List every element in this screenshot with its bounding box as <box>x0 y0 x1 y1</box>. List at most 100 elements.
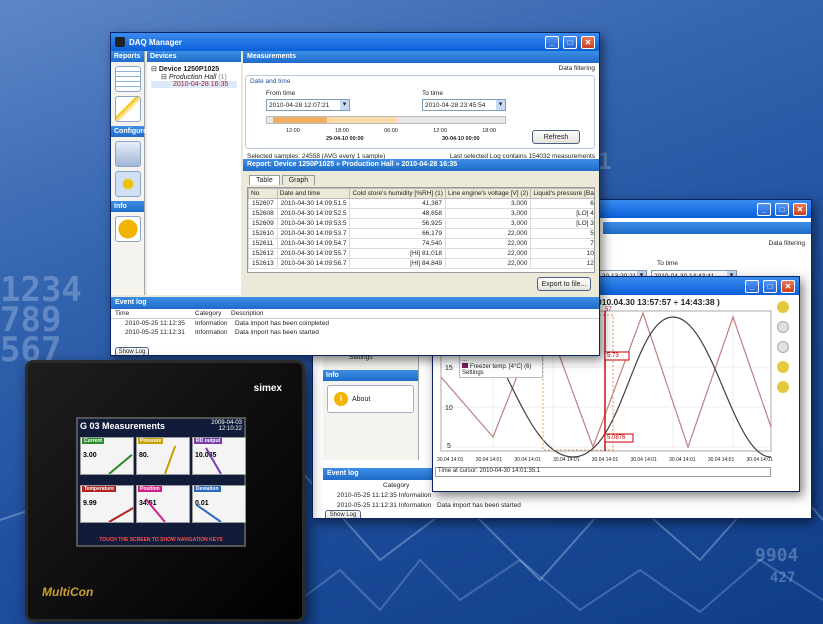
y-tick: 15 <box>445 365 453 372</box>
about-label: About <box>352 395 371 403</box>
timeline-date: 29-04-10 00:00 <box>326 136 364 142</box>
zoom-in-icon[interactable] <box>777 301 789 313</box>
background-number: 9904 <box>755 545 799 566</box>
column-header[interactable]: No <box>248 188 278 199</box>
report-header: Report: Device 1250P1025 » Production Ha… <box>243 159 599 171</box>
device-screen: G 03 Measurements 2009-04-03 12:10:22 Cur… <box>76 417 246 547</box>
minimize-button[interactable]: _ <box>745 279 759 293</box>
measurements-header: Measurements <box>243 51 599 63</box>
maximize-button[interactable]: □ <box>763 279 777 293</box>
back-data-filtering[interactable]: Data filtering <box>769 240 806 247</box>
devices-header: Devices <box>147 51 241 62</box>
table-row[interactable]: 152610 2010-04-30 14:09:53.7 66,179 22,000 5… <box>248 228 594 239</box>
graph-title: 010.04.30 13:57:57 ÷ 14:43:38 ) <box>597 297 720 307</box>
show-log-button[interactable]: Show Log <box>115 347 149 355</box>
configure-header: Configure <box>111 126 147 137</box>
multicon-device: simex G 03 Measurements 2009-04-03 12:10:… <box>25 360 305 622</box>
to-label: To time <box>422 90 443 97</box>
gauge-current: Current 3.00 <box>80 437 134 475</box>
event-log-columns: Time Category Description <box>111 309 599 319</box>
table-row[interactable]: 152609 2010-04-30 14:09:53.5 56,925 3,000 [L… <box>248 218 594 229</box>
legend-item[interactable]: Freezer temp. [4°C] (6) <box>462 363 540 370</box>
main-window-titlebar: DAQ Manager _ □ ✕ <box>111 33 599 51</box>
table-row[interactable]: 152612 2010-04-30 14:09:55.7 [HI] 81,018 22… <box>248 248 594 259</box>
table-row[interactable]: 1526072010-04-30 14:09:51.541,3673,0006,… <box>248 198 594 209</box>
background-number: 427 <box>770 570 796 586</box>
about-button[interactable]: i About <box>327 385 414 413</box>
column-header[interactable]: Date and time <box>276 188 351 199</box>
back-show-log-button[interactable]: Show Log <box>325 510 361 518</box>
from-select[interactable]: 2010-04-28 12:07:21 <box>266 99 350 111</box>
reset-icon[interactable] <box>777 381 789 393</box>
to-select[interactable]: 2010-04-28 23:45:54 <box>422 99 506 111</box>
event-log-row[interactable]: 2010-05-25 11:12:31 Information Data imp… <box>111 328 599 337</box>
back-event-category-header: Category <box>383 482 410 489</box>
back-event-log-header: Event log <box>323 468 443 480</box>
devices-tree: ⊟ Device 1250P1025 ⊟ Production Hall (1)… <box>147 62 241 91</box>
back-to-label: To time <box>657 260 678 267</box>
info-section-header: Info <box>323 370 418 381</box>
column-header[interactable]: Cold store's humidity [%RH] (1) <box>349 188 446 199</box>
close-button[interactable]: ✕ <box>581 35 595 49</box>
collapse-icon[interactable]: ⊟ <box>161 74 167 81</box>
table-row[interactable]: 152613 2010-04-30 14:09:56.7 [HI] 84,849 22… <box>248 258 594 269</box>
brand-logo: simex <box>253 383 282 394</box>
back-window-section-header <box>603 222 811 234</box>
chart-report-icon[interactable] <box>114 96 141 122</box>
tab-table[interactable]: Table <box>249 175 280 185</box>
cursor-value: 5.73 <box>607 353 619 359</box>
device-node[interactable]: ⊟ Device 1250P1025 <box>151 65 237 73</box>
main-window: DAQ Manager _ □ ✕ Reports Configure Info… <box>110 32 600 356</box>
gauge-temperature: Temperature 9.99 <box>80 485 134 523</box>
refresh-button[interactable]: Refresh <box>532 130 580 144</box>
close-button[interactable]: ✕ <box>793 202 807 216</box>
event-log-header: Event log <box>111 297 599 309</box>
collapse-icon[interactable]: ⊟ <box>151 66 157 73</box>
reports-header: Reports <box>111 51 144 62</box>
tab-graph[interactable]: Graph <box>281 175 316 185</box>
screen-title: G 03 Measurements <box>80 421 166 431</box>
screen-clock: 2009-04-03 12:10:22 <box>211 420 242 432</box>
zoom-icon[interactable] <box>777 321 789 333</box>
cursor-marker-label: 57 <box>605 307 612 313</box>
log-node[interactable]: 2010-04-28 16:35 <box>151 81 237 88</box>
export-button[interactable]: Export to file... <box>537 277 591 291</box>
table-row[interactable]: 152611 2010-04-30 14:09:54.7 74,540 22,000 7… <box>248 238 594 249</box>
screen-footer: TOUCH THE SCREEN TO SHOW NAVIGATION KEYS <box>99 537 223 543</box>
date-time-group: Date and time From time 2010-04-28 12:07… <box>245 75 595 149</box>
table-report-icon[interactable] <box>114 66 141 92</box>
x-axis-ticks: 30.04 14:01 30.04 14:01 30.04 14:01 30.04 1… <box>437 457 773 463</box>
event-log-row[interactable]: 2010-05-25 11:12:35 Information Data imp… <box>111 319 599 328</box>
info-icon[interactable] <box>114 216 141 242</box>
column-header[interactable]: Line engine's voltage [V] (2) <box>444 188 532 199</box>
timeline-slider[interactable] <box>266 116 506 124</box>
model-logo: MultiCon <box>42 585 94 599</box>
y-tick: 10 <box>445 405 453 412</box>
data-filtering-toggle[interactable]: Data filtering <box>559 65 596 72</box>
table-row[interactable]: 152608 2010-04-30 14:09:52.5 48,658 3,000 [L… <box>248 208 594 219</box>
gauge-deviation: Deviation 0.01 <box>192 485 246 523</box>
close-button[interactable]: ✕ <box>781 279 795 293</box>
app-icon <box>115 37 125 47</box>
maximize-button[interactable]: □ <box>775 202 789 216</box>
report-table: No Date and time Cold store's humidity [… <box>247 187 595 273</box>
zoom-out-icon[interactable] <box>777 341 789 353</box>
gauge-pressure: Pressure 80. <box>136 437 190 475</box>
cursor-time: Time at cursor: 2010-04-30 14:01:35.1 <box>435 467 771 477</box>
group-node[interactable]: ⊟ Production Hall (1) <box>151 73 237 81</box>
from-label: From time <box>266 90 296 97</box>
maximize-button[interactable]: □ <box>563 35 577 49</box>
gauge-rd-output: RD output 10.085 <box>192 437 246 475</box>
graph-toolbar <box>777 301 795 393</box>
date-time-label: Date and time <box>250 78 291 85</box>
settings-icon[interactable] <box>114 171 141 197</box>
column-header[interactable]: Liquid's pressure [Bar] (3) <box>530 188 594 199</box>
minimize-button[interactable]: _ <box>757 202 771 216</box>
device-config-icon[interactable] <box>114 141 141 167</box>
pan-icon[interactable] <box>777 361 789 373</box>
info-header: Info <box>111 201 144 212</box>
minimize-button[interactable]: _ <box>545 35 559 49</box>
report-tabs: Table Graph <box>249 175 316 185</box>
legend-settings[interactable]: Settings <box>462 370 540 376</box>
timeline-date: 30-04-10 00:00 <box>442 136 480 142</box>
